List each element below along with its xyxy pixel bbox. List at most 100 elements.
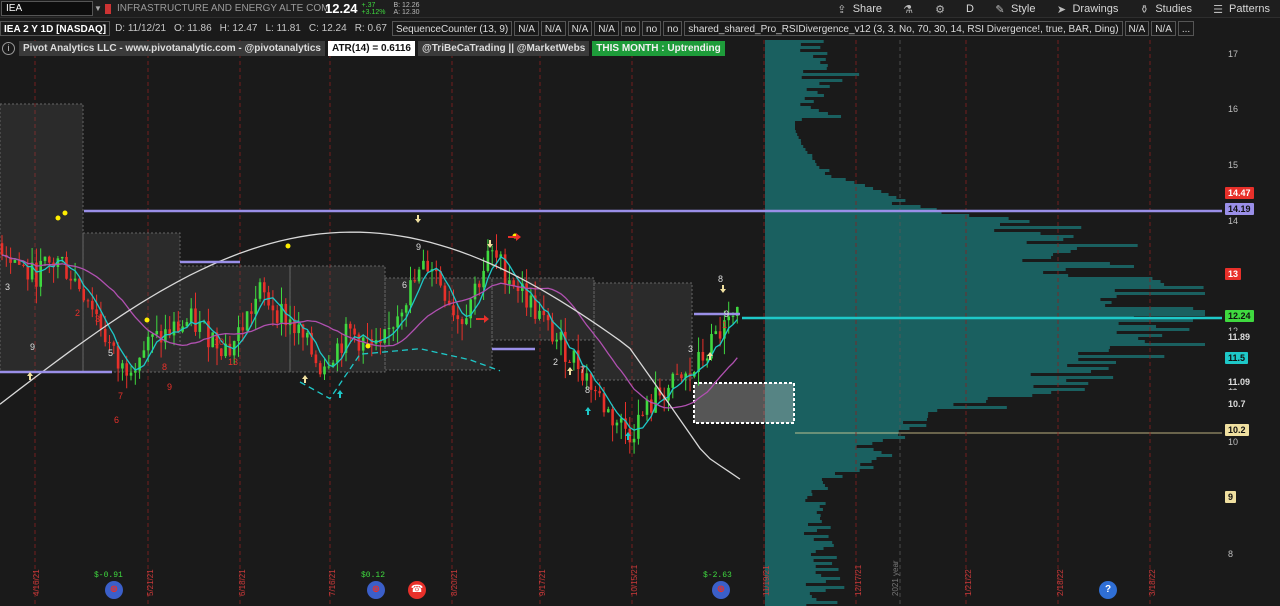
volume-profile-bar bbox=[795, 568, 839, 571]
volume-profile-bar bbox=[795, 481, 823, 484]
candle-body bbox=[671, 373, 675, 388]
price-change: +.37 +3.12% bbox=[362, 2, 386, 16]
candle-body bbox=[529, 295, 533, 308]
volume-profile-bar bbox=[795, 202, 892, 205]
flask-button[interactable]: ⚗ bbox=[892, 0, 924, 18]
signal-dot bbox=[144, 317, 150, 323]
study-value: N/A bbox=[1151, 20, 1176, 36]
volume-profile-bar bbox=[795, 217, 1009, 220]
date-label: 7/16/21 bbox=[328, 569, 337, 596]
volume-profile-bar bbox=[795, 466, 874, 469]
volume-profile-bar bbox=[795, 592, 810, 595]
volume-profile-bar bbox=[795, 448, 874, 451]
sequence-number: 3 bbox=[688, 344, 693, 354]
sequence-number: 1 bbox=[722, 320, 727, 330]
share-button[interactable]: ⇪ Share bbox=[826, 0, 892, 18]
volume-profile-bar bbox=[795, 589, 826, 592]
date-label: 10/15/21 bbox=[630, 564, 639, 596]
settings-button[interactable]: ⚙ bbox=[924, 0, 956, 18]
candle-body bbox=[680, 374, 683, 379]
more-studies[interactable]: ... bbox=[1177, 20, 1195, 36]
sequence-number: 8 bbox=[162, 362, 167, 372]
volume-profile-bar bbox=[795, 70, 804, 73]
volume-profile-bar bbox=[795, 493, 813, 496]
candle-body bbox=[134, 370, 137, 373]
volume-profile-bar bbox=[795, 373, 1031, 376]
studies-button[interactable]: ⚱ Studies bbox=[1128, 0, 1202, 18]
study-value: N/A bbox=[594, 20, 619, 36]
conference-call-icon[interactable]: ☎ bbox=[408, 581, 426, 599]
candle-body bbox=[65, 256, 68, 279]
volume-profile-bar bbox=[795, 55, 814, 58]
handles-label: @TriBeCaTrading || @MarketWebs bbox=[418, 40, 590, 56]
candle-body bbox=[568, 361, 571, 363]
style-label: Style bbox=[1011, 3, 1036, 15]
volume-profile-bar bbox=[795, 274, 1069, 277]
earnings-icon[interactable]: ⊕ bbox=[712, 581, 730, 599]
date-label: 1/21/22 bbox=[964, 569, 973, 596]
candle-body bbox=[392, 327, 395, 329]
earnings-icon[interactable]: ⊕ bbox=[367, 581, 385, 599]
sequence-counter-study[interactable]: SequenceCounter (13, 9) bbox=[391, 20, 513, 36]
volume-profile-bar bbox=[795, 367, 1109, 370]
signal-dot bbox=[62, 210, 68, 216]
candle-body bbox=[478, 283, 481, 288]
volume-profile-bar bbox=[795, 304, 1106, 307]
bar-open: O: 11.86 bbox=[174, 22, 212, 34]
help-icon[interactable]: ? bbox=[1099, 581, 1117, 599]
volume-profile-bar bbox=[795, 190, 882, 193]
sell-arrow bbox=[415, 215, 421, 223]
volume-profile-bar bbox=[795, 433, 899, 436]
patterns-button[interactable]: ☰ Patterns bbox=[1202, 0, 1280, 18]
volume-profile-base bbox=[765, 40, 795, 606]
info-icon[interactable]: i bbox=[2, 41, 15, 55]
candle-body bbox=[615, 422, 619, 426]
volume-profile-bar bbox=[795, 199, 906, 202]
candle-body bbox=[108, 342, 111, 344]
volume-profile-bar bbox=[795, 463, 861, 466]
volume-profile-bar bbox=[795, 160, 816, 163]
symbol-input[interactable]: IEA bbox=[1, 1, 93, 16]
candle-body bbox=[82, 289, 85, 301]
candle-body bbox=[275, 310, 279, 323]
candle-body bbox=[73, 278, 77, 281]
volume-profile-bar bbox=[795, 409, 938, 412]
volume-profile-bar bbox=[795, 163, 817, 166]
volume-profile-bar bbox=[795, 193, 889, 196]
candle-body bbox=[572, 350, 576, 363]
drawings-button[interactable]: ➤ Drawings bbox=[1045, 0, 1128, 18]
volume-profile-bar bbox=[795, 364, 1068, 367]
symbol-description: INFRASTRUCTURE AND ENERGY ALTE COM bbox=[117, 3, 330, 14]
volume-profile-bar bbox=[795, 328, 1190, 331]
candle-body bbox=[172, 321, 176, 336]
candle-body bbox=[151, 334, 154, 337]
volume-profile-bar bbox=[795, 355, 1165, 358]
volume-profile-bar bbox=[795, 259, 1023, 262]
candle-body bbox=[460, 319, 464, 325]
drawing-set-button[interactable]: D bbox=[956, 0, 984, 18]
date-label: 5/21/21 bbox=[146, 569, 155, 596]
volume-profile-bar bbox=[795, 106, 811, 109]
candle-body bbox=[78, 278, 81, 290]
sequence-number: 7 bbox=[580, 365, 585, 375]
price-tag: 14.19 bbox=[1225, 203, 1254, 215]
candle-body bbox=[585, 373, 589, 381]
style-button[interactable]: ✎ Style bbox=[984, 0, 1045, 18]
chevron-down-icon[interactable]: ▼ bbox=[93, 4, 103, 13]
price-chart[interactable]: 3923576891013962788193 bbox=[0, 0, 1280, 606]
candle-body bbox=[194, 308, 197, 332]
volume-profile-bar bbox=[795, 256, 1052, 259]
price-tag: 11.09 bbox=[1225, 376, 1254, 388]
volume-profile-bar bbox=[795, 406, 1007, 409]
volume-profile-bar bbox=[795, 403, 954, 406]
candle-body bbox=[486, 250, 490, 271]
volume-profile-bar bbox=[795, 220, 1030, 223]
sequence-number: 3 bbox=[95, 314, 100, 324]
drawing-set-label: D bbox=[966, 3, 974, 15]
rsi-divergence-study[interactable]: shared_shared_Pro_RSIDivergence_v12 (3, … bbox=[684, 20, 1123, 36]
earnings-icon[interactable]: ⊕ bbox=[105, 581, 123, 599]
volume-profile-bar bbox=[795, 145, 804, 148]
candle-body bbox=[555, 339, 558, 342]
price-axis[interactable]: 17161514131211109814.4714.191312.2411.89… bbox=[1222, 40, 1280, 606]
volume-profile-bar bbox=[795, 178, 846, 181]
